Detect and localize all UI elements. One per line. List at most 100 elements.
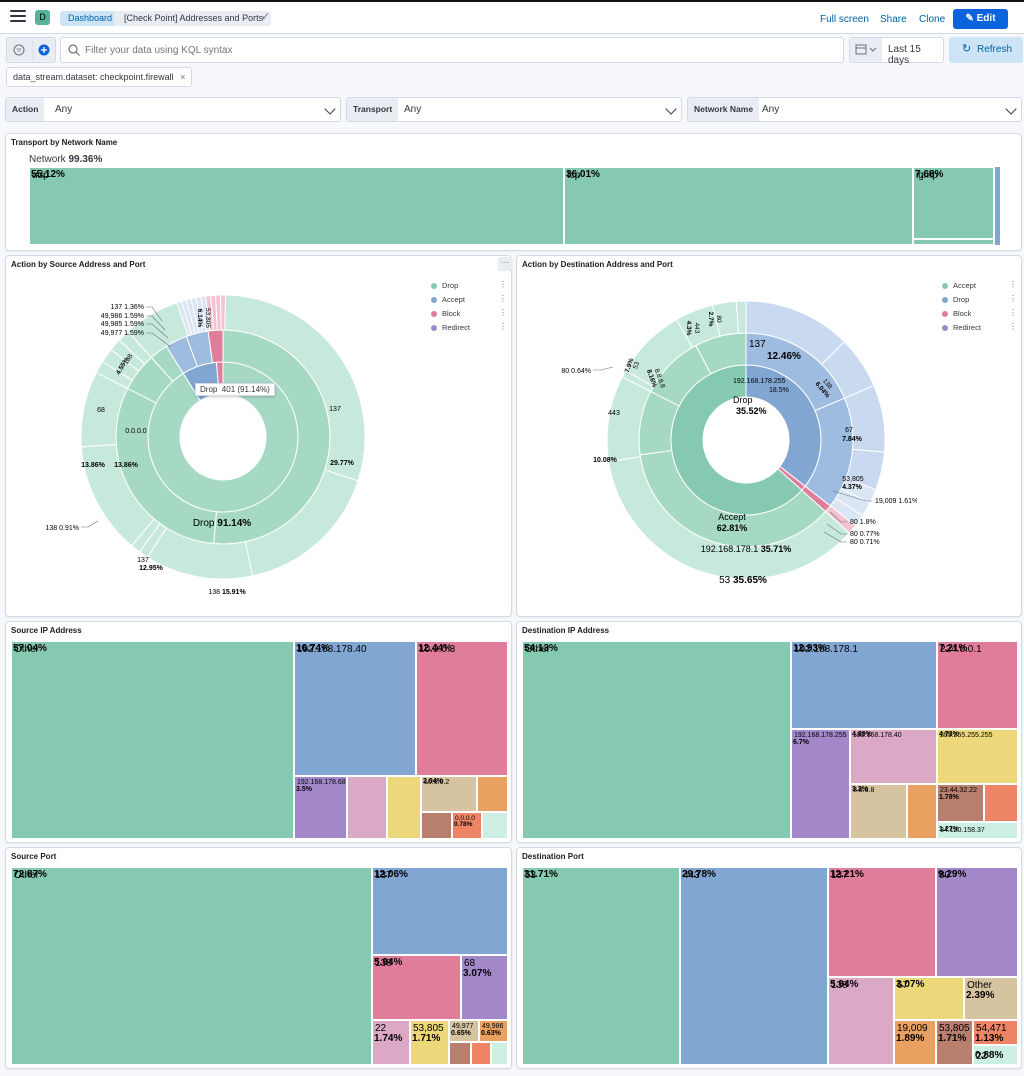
destination-ip-panel: Destination IP Address Other 54.13% 192.…	[516, 621, 1022, 843]
treemap-cell[interactable]: 10.0.0.3 12.44%	[416, 641, 508, 776]
legend-item-block[interactable]: Block	[942, 309, 971, 318]
udp-segment[interactable]: udp 55.12%	[29, 167, 564, 245]
legend-item-drop[interactable]: Drop	[942, 295, 969, 304]
treemap-cell[interactable]: 67 3.07%	[894, 977, 964, 1020]
treemap-cell[interactable]: 443 29.78%	[680, 867, 828, 1065]
kql-search-bar[interactable]	[60, 37, 844, 63]
treemap-cell[interactable]	[347, 776, 387, 839]
treemap-cell[interactable]	[477, 776, 508, 812]
treemap-cell[interactable]: 34.120.158.37 1.27%	[937, 822, 1018, 839]
treemap-cell[interactable]	[907, 784, 937, 839]
legend-options-icon[interactable]: ⋮	[499, 294, 507, 303]
date-picker[interactable]: Last 15 days	[849, 37, 944, 66]
treemap-cell[interactable]: 255.255.255.255 4.73%	[937, 729, 1018, 784]
transport-by-network-panel: Transport by Network Name Network 99.36%…	[5, 133, 1022, 251]
treemap-cell[interactable]: 138 5.94%	[372, 955, 461, 1020]
tcp-segment[interactable]: tcp 36.01%	[564, 167, 913, 245]
treemap-cell[interactable]: 22 1.74%	[372, 1020, 410, 1065]
treemap-cell[interactable]: Other 2.39%	[964, 977, 1018, 1020]
treemap-cell[interactable]	[421, 812, 452, 839]
legend-options-icon[interactable]: ⋮	[1009, 308, 1017, 317]
sunburst-label: 80 1.8%	[850, 519, 876, 526]
treemap-cell[interactable]: 19,009 1.89%	[894, 1020, 936, 1065]
breadcrumb-dashboard[interactable]: Dashboard	[60, 11, 123, 26]
treemap-cell[interactable]: 23.44.32.22 1.78%	[937, 784, 984, 822]
treemap-cell[interactable]: Other 54.13%	[522, 641, 791, 839]
treemap-cell[interactable]: 10.0.0.2 2.04%	[421, 776, 477, 812]
full-screen-link[interactable]: Full screen	[820, 14, 869, 25]
treemap-cell[interactable]: 192.168.178.40 4.89%	[850, 729, 937, 784]
legend-item-redirect[interactable]: Redirect	[431, 323, 470, 332]
hamburger-menu-icon[interactable]	[10, 10, 26, 24]
share-link[interactable]: Share	[880, 14, 907, 25]
close-icon[interactable]: ×	[180, 72, 185, 82]
treemap-cell[interactable]: 192.168.178.1 12.93%	[791, 641, 937, 729]
legend-item-drop[interactable]: Drop	[431, 281, 458, 290]
destination-sunburst-chart: Accept62.81% Drop35.52% 192.168.178.1 35.7…	[561, 300, 917, 586]
treemap-cell[interactable]: 22 0.88%	[973, 1045, 1018, 1065]
date-quick-menu[interactable]	[850, 38, 882, 62]
treemap-cell[interactable]: 192.168.178.40 16.74%	[294, 641, 416, 776]
transport-control-label: Transport	[347, 98, 399, 121]
treemap-cell[interactable]: 137 12.21%	[828, 867, 936, 977]
small-segment[interactable]	[913, 239, 994, 245]
treemap-cell[interactable]: 54,471 1.13%	[973, 1020, 1018, 1045]
refresh-button[interactable]: ↻ Refresh	[949, 37, 1023, 63]
treemap-cell[interactable]: 192.168.178.255 6.7%	[791, 729, 850, 839]
action-control-value: Any	[55, 104, 73, 115]
treemap-cell[interactable]: 137 12.06%	[372, 867, 508, 955]
treemap-cell[interactable]: 192.168.178.68 3.5%	[294, 776, 347, 839]
treemap-cell[interactable]	[482, 812, 508, 839]
treemap-cell[interactable]: 80 9.29%	[936, 867, 1018, 977]
treemap-cell[interactable]: 0.0.0.0 0.78%	[452, 812, 482, 839]
treemap-cell[interactable]: 138 5.94%	[828, 977, 894, 1065]
legend-item-redirect[interactable]: Redirect	[942, 323, 981, 332]
edit-button[interactable]: ✎ Edit	[953, 9, 1008, 29]
filter-pill[interactable]: data_stream.dataset: checkpoint.firewall…	[6, 67, 193, 87]
transport-control[interactable]: Transport Any	[346, 97, 682, 122]
legend-item-block[interactable]: Block	[431, 309, 460, 318]
treemap-cell[interactable]: Other 57.04%	[11, 641, 294, 839]
treemap-cell[interactable]: 8.8.8.8 3.2%	[850, 784, 907, 839]
treemap-cell[interactable]: 53 31.71%	[522, 867, 680, 1065]
legend-options-icon[interactable]: ⋮	[499, 308, 507, 317]
calendar-icon	[855, 44, 877, 55]
legend-options-icon[interactable]: ⋮	[499, 322, 507, 331]
treemap-cell[interactable]	[387, 776, 421, 839]
legend-item-accept[interactable]: Accept	[942, 281, 976, 290]
source-action-panel: Action by Source Address and Port ··· Dr…	[5, 255, 512, 617]
port-arc[interactable]	[220, 294, 226, 331]
panel-title: Action by Destination Address and Port	[522, 260, 673, 269]
treemap-cell[interactable]: Other 72.87%	[11, 867, 372, 1065]
filter-menu-icon[interactable]	[13, 44, 25, 56]
treemap-cell[interactable]	[491, 1042, 508, 1065]
panel-options-icon[interactable]: ···	[498, 257, 512, 271]
sunburst-label: 443	[693, 323, 700, 334]
kql-search-input[interactable]	[85, 42, 825, 58]
other-network-segment[interactable]	[995, 167, 1000, 245]
legend-options-icon[interactable]: ⋮	[499, 280, 507, 289]
sunburst-label: 10.08%	[593, 457, 618, 464]
legend-item-accept[interactable]: Accept	[431, 295, 465, 304]
treemap-cell[interactable]: 68 3.07%	[461, 955, 508, 1020]
space-avatar[interactable]: D	[35, 10, 50, 25]
port-arc[interactable]	[735, 300, 747, 334]
chevron-down-icon	[324, 103, 336, 115]
treemap-cell[interactable]: 49,977 0.65%	[449, 1020, 479, 1042]
treemap-cell[interactable]: 53,805 1.71%	[410, 1020, 449, 1065]
sunburst-label: 192.168.178.255	[733, 378, 786, 385]
sunburst-label: 0.0.0.0	[125, 428, 147, 435]
legend-options-icon[interactable]: ⋮	[1009, 294, 1017, 303]
treemap-cell[interactable]	[449, 1042, 471, 1065]
treemap-cell[interactable]: 224.0.0.1 7.21%	[937, 641, 1018, 729]
treemap-cell[interactable]: 49,986 0.63%	[479, 1020, 508, 1042]
legend-options-icon[interactable]: ⋮	[1009, 322, 1017, 331]
action-control[interactable]: Action Any	[5, 97, 341, 122]
treemap-cell[interactable]	[471, 1042, 491, 1065]
treemap-cell[interactable]: 53,805 1.71%	[936, 1020, 973, 1065]
network-name-control[interactable]: Network Name Any	[687, 97, 1022, 122]
legend-options-icon[interactable]: ⋮	[1009, 280, 1017, 289]
igmp-segment[interactable]: igmp 7.68%	[913, 167, 994, 239]
treemap-cell[interactable]	[984, 784, 1018, 822]
clone-link[interactable]: Clone	[919, 14, 945, 25]
